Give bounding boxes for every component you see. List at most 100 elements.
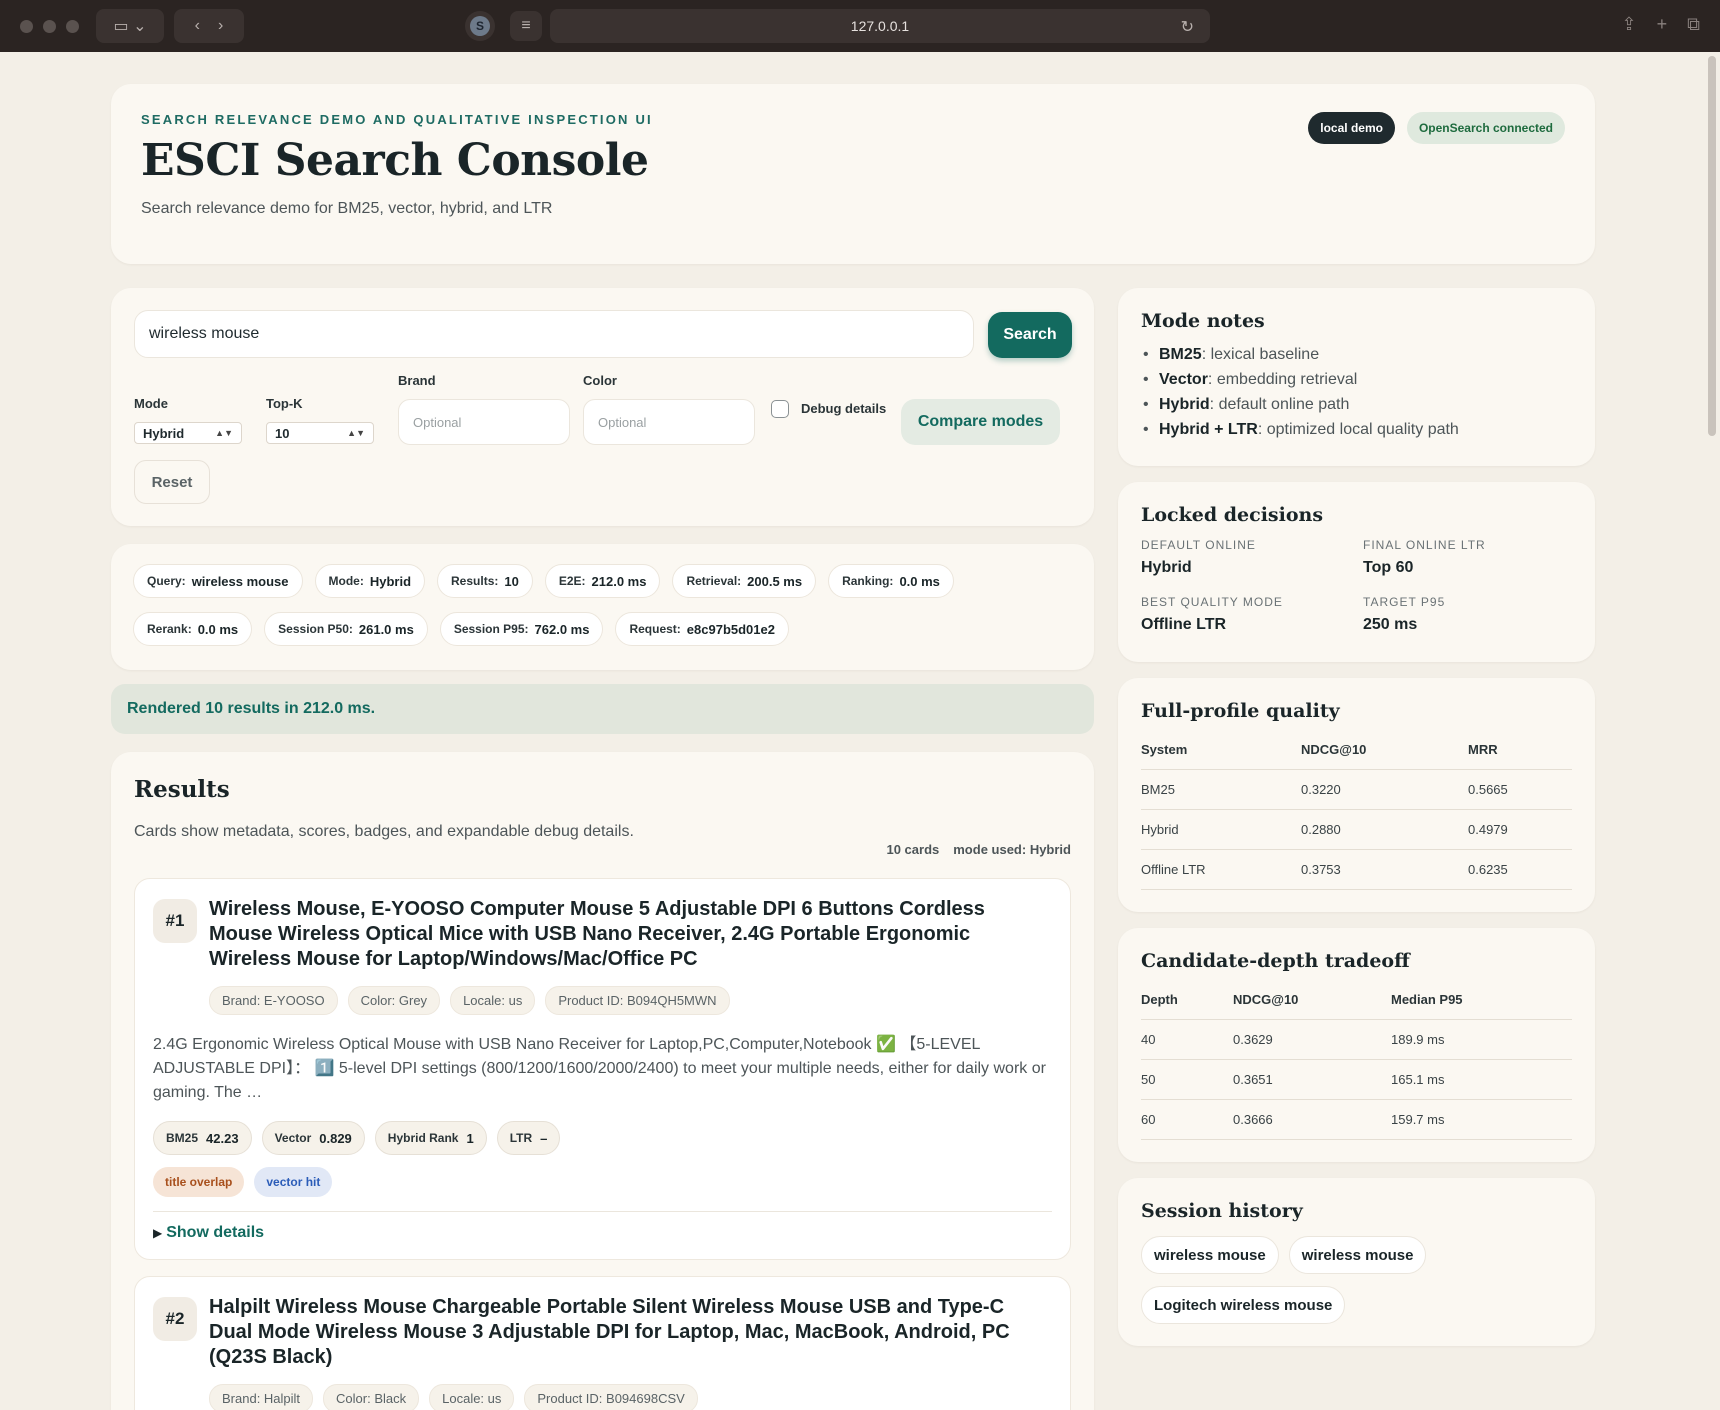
debug-details-checkbox[interactable] — [771, 400, 789, 418]
table-row: Offline LTR 0.3753 0.6235 — [1141, 849, 1572, 890]
color-label: Color — [583, 373, 617, 388]
metric-chips: Query: wireless mouse Mode: Hybrid Results… — [133, 564, 1072, 646]
column-header: NDCG@10 — [1233, 992, 1391, 1020]
score-label: Vector — [274, 1131, 312, 1145]
list-item: Vector: embedding retrieval — [1141, 367, 1572, 392]
decision-label: Target P95 — [1363, 595, 1446, 609]
connection-status-badge: OpenSearch connected — [1406, 112, 1565, 144]
history-query-chip[interactable]: wireless mouse — [1141, 1236, 1279, 1274]
sidebar-icon: ▭ ⌄ — [113, 18, 147, 35]
reload-icon[interactable]: ↻ — [1181, 17, 1194, 37]
session-history-title: Session history — [1141, 1200, 1303, 1222]
result-rank: #2 — [153, 1297, 197, 1341]
table-cell: 0.3220 — [1301, 769, 1468, 810]
select-arrows-icon: ▲▼ — [215, 428, 233, 438]
results-count: 10 cards — [886, 842, 940, 857]
metric-value: 0.0 ms — [899, 573, 940, 589]
history-query-chip[interactable]: Logitech wireless mouse — [1141, 1286, 1346, 1324]
address-bar[interactable]: 127.0.0.1 ↻ — [550, 9, 1210, 43]
quality-panel: Full-profile quality System NDCG@10 MRR … — [1118, 678, 1595, 912]
metric-chip-request: Request: e8c97b5d01e2 — [615, 612, 789, 646]
vector-hit-badge: vector hit — [254, 1167, 333, 1197]
table-row: 40 0.3629 189.9 ms — [1141, 1019, 1572, 1060]
site-favicon[interactable]: S — [465, 11, 495, 41]
debug-details-label[interactable]: Debug details — [801, 401, 886, 416]
score-label: LTR — [509, 1131, 533, 1145]
page-menu-icon[interactable]: ≡ — [510, 11, 542, 41]
locale-tag: Locale: us — [429, 1384, 515, 1410]
minimize-window-icon[interactable] — [43, 19, 56, 33]
topk-select[interactable]: 10 ▲▼ — [266, 422, 374, 444]
metric-value: 212.0 ms — [591, 573, 647, 589]
share-icon[interactable]: ⇪ — [1622, 14, 1637, 35]
session-history-panel: Session history wireless mouse wireless … — [1118, 1178, 1595, 1346]
tab-overview-icon[interactable]: ⧉ — [1687, 14, 1700, 35]
result-title[interactable]: Wireless Mouse, E-YOOSO Computer Mouse 5… — [209, 897, 1029, 972]
color-input[interactable]: Optional — [583, 399, 755, 445]
metric-chip-query: Query: wireless mouse — [133, 564, 303, 598]
result-description: 2.4G Ergonomic Wireless Optical Mouse wi… — [153, 1036, 1046, 1101]
mode-select-value: Hybrid — [143, 425, 185, 441]
score-value: – — [540, 1130, 548, 1146]
metric-value: Hybrid — [369, 573, 412, 589]
list-item: BM25: lexical baseline — [1141, 342, 1572, 367]
metric-chip-ranking: Ranking: 0.0 ms — [828, 564, 954, 598]
table-cell: Offline LTR — [1141, 849, 1301, 890]
quality-table: System NDCG@10 MRR BM25 0.3220 0.5665 Hy… — [1141, 742, 1572, 890]
show-details-label: Show details — [166, 1224, 265, 1241]
topk-label: Top-K — [266, 396, 303, 411]
mode-select[interactable]: Hybrid ▲▼ — [134, 422, 242, 444]
table-header: Depth NDCG@10 Median P95 — [1141, 992, 1572, 1020]
mode-description: : embedding retrieval — [1207, 371, 1358, 388]
decisions-grid: Default online Hybrid Final online LTR Top… — [1141, 538, 1572, 634]
forward-arrow-icon[interactable]: › — [218, 17, 223, 35]
hybrid-rank-score: Hybrid Rank 1 — [374, 1121, 487, 1155]
metric-label: Rerank: — [147, 622, 192, 636]
search-input[interactable]: wireless mouse — [134, 310, 974, 358]
tradeoff-table: Depth NDCG@10 Median P95 40 0.3629 189.9… — [1141, 992, 1572, 1140]
result-title[interactable]: Halpilt Wireless Mouse Chargeable Portab… — [209, 1295, 1029, 1370]
results-title: Results — [134, 776, 230, 803]
metric-label: Session P95: — [453, 622, 529, 636]
disclosure-triangle-icon: ▶ — [153, 1226, 163, 1240]
sidebar-toggle-button[interactable]: ▭ ⌄ — [96, 9, 164, 43]
page-scrollbar[interactable] — [1708, 56, 1716, 436]
score-value: 42.23 — [206, 1130, 239, 1146]
search-button[interactable]: Search — [988, 312, 1072, 358]
new-tab-icon[interactable]: + — [1657, 14, 1668, 35]
history-query-chip[interactable]: wireless mouse — [1288, 1236, 1427, 1274]
compare-modes-button[interactable]: Compare modes — [901, 399, 1060, 445]
metric-label: Mode: — [328, 574, 364, 588]
metric-value: 200.5 ms — [747, 573, 803, 589]
list-item: Hybrid + LTR: optimized local quality pa… — [1141, 417, 1572, 442]
product-id-tag: Product ID: B094QH5MWN — [545, 986, 730, 1015]
reset-button[interactable]: Reset — [134, 460, 210, 504]
decision-label: Best quality mode — [1141, 595, 1283, 609]
browser-actions: ⇪ + ⧉ — [1622, 14, 1700, 35]
close-window-icon[interactable] — [20, 19, 33, 33]
table-cell: 40 — [1141, 1019, 1233, 1060]
status-pills: local demo OpenSearch connected — [1308, 112, 1565, 144]
table-cell: 0.3651 — [1233, 1059, 1391, 1100]
show-details-toggle[interactable]: ▶ Show details — [153, 1211, 1052, 1242]
result-metadata: Brand: Halpilt Color: Black Locale: us P… — [209, 1384, 1052, 1410]
decision-value: Hybrid — [1141, 559, 1192, 576]
table-cell: 159.7 ms — [1391, 1099, 1572, 1140]
history-chips: wireless mouse wireless mouse Logitech w… — [1141, 1236, 1572, 1324]
back-arrow-icon[interactable]: ‹ — [195, 17, 200, 35]
metric-chip-session-p50: Session P50: 261.0 ms — [264, 612, 428, 646]
mode-name: Hybrid — [1159, 396, 1210, 413]
result-badges: title overlap vector hit — [153, 1167, 1052, 1197]
table-cell: 0.5665 — [1468, 769, 1572, 810]
table-row: BM25 0.3220 0.5665 — [1141, 769, 1572, 810]
brand-input[interactable]: Optional — [398, 399, 570, 445]
metric-label: Session P50: — [278, 622, 353, 636]
bm25-score: BM25 42.23 — [153, 1121, 252, 1155]
result-card: #2 Halpilt Wireless Mouse Chargeable Por… — [134, 1276, 1071, 1410]
table-cell: 50 — [1141, 1059, 1233, 1100]
table-cell: 0.2880 — [1301, 809, 1468, 850]
locked-decisions-title: Locked decisions — [1141, 504, 1324, 526]
local-demo-badge: local demo — [1308, 112, 1395, 144]
mode-name: Vector — [1159, 371, 1208, 388]
zoom-window-icon[interactable] — [66, 19, 79, 33]
